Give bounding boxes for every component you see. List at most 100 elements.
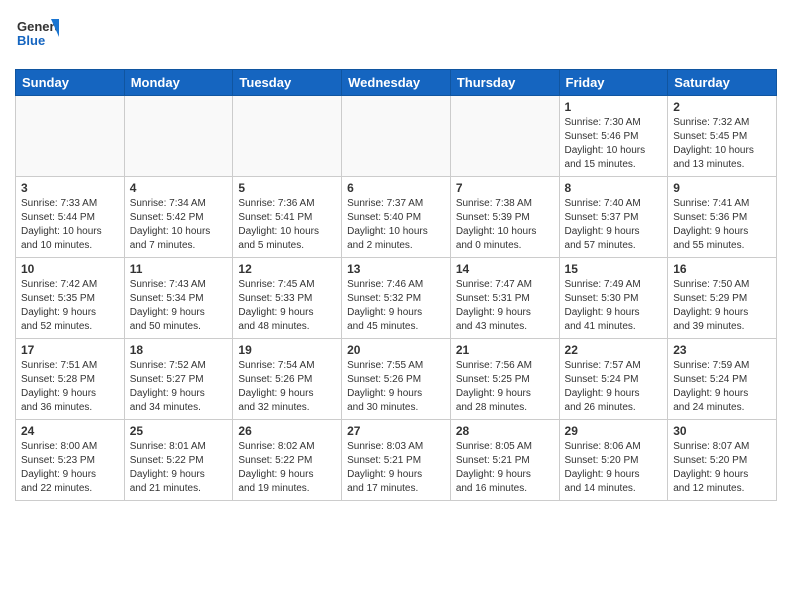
weekday-header-saturday: Saturday <box>668 70 777 96</box>
day-info: Sunrise: 7:43 AMSunset: 5:34 PMDaylight:… <box>130 278 228 334</box>
calendar-day: 9 Sunrise: 7:41 AMSunset: 5:36 PMDaylight… <box>668 177 777 258</box>
day-info: Sunrise: 8:07 AMSunset: 5:20 PMDaylight:… <box>673 440 771 496</box>
day-info: Sunrise: 7:41 AMSunset: 5:36 PMDaylight:… <box>673 197 771 253</box>
day-number: 4 <box>130 181 228 195</box>
day-info: Sunrise: 7:38 AMSunset: 5:39 PMDaylight:… <box>456 197 554 253</box>
day-info: Sunrise: 7:30 AMSunset: 5:46 PMDaylight:… <box>565 116 663 172</box>
day-number: 3 <box>21 181 119 195</box>
day-number: 6 <box>347 181 445 195</box>
calendar-day: 29 Sunrise: 8:06 AMSunset: 5:20 PMDayligh… <box>559 420 668 501</box>
day-number: 23 <box>673 343 771 357</box>
day-info: Sunrise: 7:45 AMSunset: 5:33 PMDaylight:… <box>238 278 336 334</box>
day-info: Sunrise: 7:54 AMSunset: 5:26 PMDaylight:… <box>238 359 336 415</box>
calendar-day: 17 Sunrise: 7:51 AMSunset: 5:28 PMDayligh… <box>16 339 125 420</box>
day-info: Sunrise: 8:06 AMSunset: 5:20 PMDaylight:… <box>565 440 663 496</box>
calendar-day: 15 Sunrise: 7:49 AMSunset: 5:30 PMDayligh… <box>559 258 668 339</box>
day-number: 10 <box>21 262 119 276</box>
logo: General Blue <box>15 15 59 59</box>
calendar-week-5: 24 Sunrise: 8:00 AMSunset: 5:23 PMDayligh… <box>16 420 777 501</box>
day-number: 28 <box>456 424 554 438</box>
header: General Blue <box>15 10 777 59</box>
day-number: 9 <box>673 181 771 195</box>
day-info: Sunrise: 7:52 AMSunset: 5:27 PMDaylight:… <box>130 359 228 415</box>
day-number: 13 <box>347 262 445 276</box>
calendar-day: 27 Sunrise: 8:03 AMSunset: 5:21 PMDayligh… <box>342 420 451 501</box>
day-info: Sunrise: 7:49 AMSunset: 5:30 PMDaylight:… <box>565 278 663 334</box>
day-info: Sunrise: 7:56 AMSunset: 5:25 PMDaylight:… <box>456 359 554 415</box>
day-info: Sunrise: 8:01 AMSunset: 5:22 PMDaylight:… <box>130 440 228 496</box>
day-number: 29 <box>565 424 663 438</box>
calendar-week-3: 10 Sunrise: 7:42 AMSunset: 5:35 PMDayligh… <box>16 258 777 339</box>
day-info: Sunrise: 8:05 AMSunset: 5:21 PMDaylight:… <box>456 440 554 496</box>
day-number: 5 <box>238 181 336 195</box>
day-number: 8 <box>565 181 663 195</box>
day-info: Sunrise: 8:02 AMSunset: 5:22 PMDaylight:… <box>238 440 336 496</box>
calendar-day: 24 Sunrise: 8:00 AMSunset: 5:23 PMDayligh… <box>16 420 125 501</box>
day-number: 12 <box>238 262 336 276</box>
day-number: 27 <box>347 424 445 438</box>
day-info: Sunrise: 8:00 AMSunset: 5:23 PMDaylight:… <box>21 440 119 496</box>
day-number: 18 <box>130 343 228 357</box>
calendar-day: 10 Sunrise: 7:42 AMSunset: 5:35 PMDayligh… <box>16 258 125 339</box>
page: General Blue SundayMondayTuesdayWednesda… <box>0 0 792 516</box>
calendar-day <box>124 96 233 177</box>
calendar-day: 26Sunrise: 8:02 AMSunset: 5:22 PMDayligh… <box>233 420 342 501</box>
day-info: Sunrise: 7:47 AMSunset: 5:31 PMDaylight:… <box>456 278 554 334</box>
weekday-header-friday: Friday <box>559 70 668 96</box>
calendar-day: 25Sunrise: 8:01 AMSunset: 5:22 PMDayligh… <box>124 420 233 501</box>
day-number: 21 <box>456 343 554 357</box>
day-info: Sunrise: 7:34 AMSunset: 5:42 PMDaylight:… <box>130 197 228 253</box>
calendar-day: 23 Sunrise: 7:59 AMSunset: 5:24 PMDayligh… <box>668 339 777 420</box>
calendar-day <box>342 96 451 177</box>
day-number: 24 <box>21 424 119 438</box>
calendar-day: 28 Sunrise: 8:05 AMSunset: 5:21 PMDayligh… <box>450 420 559 501</box>
calendar-day: 2Sunrise: 7:32 AMSunset: 5:45 PMDaylight… <box>668 96 777 177</box>
day-info: Sunrise: 7:51 AMSunset: 5:28 PMDaylight:… <box>21 359 119 415</box>
day-info: Sunrise: 7:59 AMSunset: 5:24 PMDaylight:… <box>673 359 771 415</box>
day-info: Sunrise: 7:36 AMSunset: 5:41 PMDaylight:… <box>238 197 336 253</box>
day-number: 15 <box>565 262 663 276</box>
calendar-day: 30Sunrise: 8:07 AMSunset: 5:20 PMDayligh… <box>668 420 777 501</box>
calendar-day: 22 Sunrise: 7:57 AMSunset: 5:24 PMDayligh… <box>559 339 668 420</box>
day-info: Sunrise: 7:42 AMSunset: 5:35 PMDaylight:… <box>21 278 119 334</box>
calendar-header: SundayMondayTuesdayWednesdayThursdayFrid… <box>16 70 777 96</box>
day-info: Sunrise: 7:46 AMSunset: 5:32 PMDaylight:… <box>347 278 445 334</box>
day-info: Sunrise: 7:57 AMSunset: 5:24 PMDaylight:… <box>565 359 663 415</box>
weekday-header-wednesday: Wednesday <box>342 70 451 96</box>
calendar-day: 20 Sunrise: 7:55 AMSunset: 5:26 PMDayligh… <box>342 339 451 420</box>
calendar-week-2: 3Sunrise: 7:33 AMSunset: 5:44 PMDaylight… <box>16 177 777 258</box>
calendar: SundayMondayTuesdayWednesdayThursdayFrid… <box>15 69 777 501</box>
day-number: 16 <box>673 262 771 276</box>
calendar-week-4: 17 Sunrise: 7:51 AMSunset: 5:28 PMDayligh… <box>16 339 777 420</box>
logo-svg: General Blue <box>15 15 59 59</box>
day-number: 22 <box>565 343 663 357</box>
day-number: 2 <box>673 100 771 114</box>
calendar-day: 5 Sunrise: 7:36 AMSunset: 5:41 PMDaylight… <box>233 177 342 258</box>
day-number: 17 <box>21 343 119 357</box>
calendar-day <box>450 96 559 177</box>
calendar-day: 21 Sunrise: 7:56 AMSunset: 5:25 PMDayligh… <box>450 339 559 420</box>
day-info: Sunrise: 8:03 AMSunset: 5:21 PMDaylight:… <box>347 440 445 496</box>
calendar-day: 1Sunrise: 7:30 AMSunset: 5:46 PMDaylight… <box>559 96 668 177</box>
calendar-day: 14 Sunrise: 7:47 AMSunset: 5:31 PMDayligh… <box>450 258 559 339</box>
day-info: Sunrise: 7:55 AMSunset: 5:26 PMDaylight:… <box>347 359 445 415</box>
calendar-week-1: 1Sunrise: 7:30 AMSunset: 5:46 PMDaylight… <box>16 96 777 177</box>
calendar-day: 19 Sunrise: 7:54 AMSunset: 5:26 PMDayligh… <box>233 339 342 420</box>
weekday-header-sunday: Sunday <box>16 70 125 96</box>
calendar-day: 11Sunrise: 7:43 AMSunset: 5:34 PMDayligh… <box>124 258 233 339</box>
calendar-day: 3Sunrise: 7:33 AMSunset: 5:44 PMDaylight… <box>16 177 125 258</box>
svg-text:Blue: Blue <box>17 33 45 48</box>
weekday-header-monday: Monday <box>124 70 233 96</box>
calendar-day: 18 Sunrise: 7:52 AMSunset: 5:27 PMDayligh… <box>124 339 233 420</box>
day-number: 20 <box>347 343 445 357</box>
day-number: 19 <box>238 343 336 357</box>
weekday-header-thursday: Thursday <box>450 70 559 96</box>
calendar-day: 4 Sunrise: 7:34 AMSunset: 5:42 PMDaylight… <box>124 177 233 258</box>
day-info: Sunrise: 7:40 AMSunset: 5:37 PMDaylight:… <box>565 197 663 253</box>
calendar-day <box>16 96 125 177</box>
day-info: Sunrise: 7:37 AMSunset: 5:40 PMDaylight:… <box>347 197 445 253</box>
day-number: 7 <box>456 181 554 195</box>
day-number: 14 <box>456 262 554 276</box>
calendar-day: 7 Sunrise: 7:38 AMSunset: 5:39 PMDaylight… <box>450 177 559 258</box>
day-info: Sunrise: 7:50 AMSunset: 5:29 PMDaylight:… <box>673 278 771 334</box>
